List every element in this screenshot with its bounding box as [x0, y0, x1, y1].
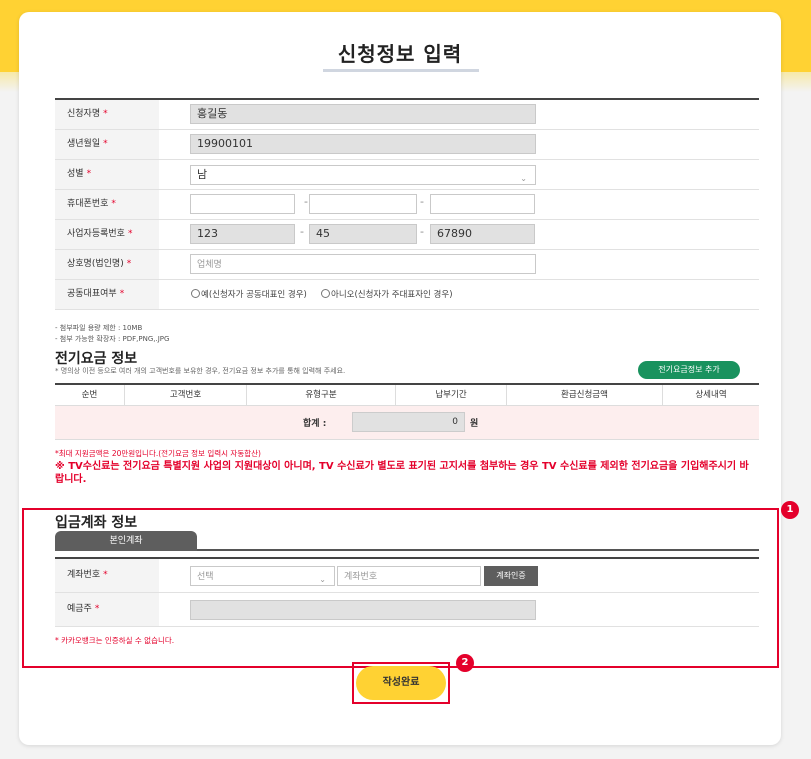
kakaobank-notice: * 카카오뱅크는 인증하실 수 없습니다.	[55, 636, 175, 645]
row-account-holder: 예금주 *	[55, 593, 759, 627]
row-phone: 휴대폰번호 * - -	[55, 190, 759, 220]
gender-select[interactable]: 남 ⌄	[190, 165, 536, 185]
chevron-down-icon: ⌄	[520, 174, 527, 183]
business-number-part2[interactable]: 45	[309, 224, 417, 244]
business-number-label: 사업자등록번호 *	[55, 220, 159, 249]
verify-account-button[interactable]: 계좌인증	[484, 566, 538, 586]
birthdate-field[interactable]: 19900101	[190, 134, 536, 154]
phone-label: 휴대폰번호 *	[55, 190, 159, 219]
deposit-section-title: 입금계좌 정보	[55, 515, 138, 531]
row-co-representative: 공동대표여부 * 예(신청자가 공동대표인 경우) 아니오(신청자가 주대표자인 …	[55, 280, 759, 310]
co-representative-label: 공동대표여부 *	[55, 280, 159, 309]
radio-icon	[191, 289, 200, 298]
radio-icon	[321, 289, 330, 298]
electric-table: 순번 고객번호 유형구분 납부기간 환급신청금액 상세내역 합계 : 0 원	[55, 383, 759, 440]
gender-selected-value: 남	[197, 168, 208, 181]
total-unit: 원	[470, 419, 479, 429]
account-number-label: 계좌번호 *	[55, 559, 159, 592]
tab-own-account[interactable]: 본인계좌	[55, 531, 197, 551]
phone-separator: -	[304, 195, 308, 208]
column-header: 순번	[81, 390, 98, 400]
max-support-notice: *최대 지원금액은 20만원입니다.(전기요금 정보 입력시 자동합산)	[55, 449, 261, 458]
electric-section-title: 전기요금 정보	[55, 351, 138, 367]
tv-fee-notice: ※ TV수신료는 전기요금 특별지원 사업의 지원대상이 아니며, TV 수신료…	[55, 461, 749, 485]
attachment-types-note: - 첨부 가능한 확장자 : PDF,PNG,.JPG	[55, 335, 170, 343]
account-number-input[interactable]: 계좌번호	[337, 566, 481, 586]
company-name-label: 상호명(법인명) *	[55, 250, 159, 279]
co-representative-yes-radio[interactable]: 예(신청자가 공동대표인 경우)	[191, 288, 307, 300]
phone-part3-input[interactable]	[430, 194, 535, 214]
electric-total-row: 합계 : 0 원	[55, 406, 759, 440]
total-amount-field: 0	[352, 412, 465, 432]
attachment-size-note: - 첨부파일 용량 제한 : 10MB	[55, 324, 143, 332]
business-number-separator: -	[300, 225, 304, 238]
row-birthdate: 생년월일 * 19900101	[55, 130, 759, 160]
title-underline	[323, 69, 479, 72]
electric-table-header: 순번 고객번호 유형구분 납부기간 환급신청금액 상세내역	[55, 383, 759, 406]
column-header: 상세내역	[662, 385, 759, 406]
marker-1: 1	[781, 501, 799, 519]
application-form-card: 신청정보 입력 신청자명 * 홍길동 생년월일 * 19900101 성별 * 남 ⌄…	[19, 12, 799, 745]
birthdate-label: 생년월일 *	[55, 130, 159, 159]
account-holder-label: 예금주 *	[55, 593, 159, 626]
business-number-separator: -	[420, 225, 424, 238]
chevron-down-icon: ⌄	[319, 575, 326, 584]
bank-select[interactable]: 선택 ⌄	[190, 566, 335, 586]
submit-button[interactable]: 작성완료	[356, 666, 446, 700]
electric-section-description: * 명의상 이전 등으로 여러 개의 고객번호를 보유한 경우, 전기요금 정보…	[55, 367, 346, 375]
applicant-name-label: 신청자명 *	[55, 100, 159, 129]
phone-part1-input[interactable]	[190, 194, 295, 214]
company-name-input[interactable]: 업체명	[190, 254, 536, 274]
column-header: 환급신청금액	[506, 385, 662, 406]
column-header: 납부기간	[395, 385, 506, 406]
business-number-part3[interactable]: 67890	[430, 224, 535, 244]
gender-label: 성별 *	[55, 160, 159, 189]
row-account-number: 계좌번호 * 선택 ⌄ 계좌번호 계좌인증	[55, 559, 759, 593]
marker-2: 2	[456, 654, 474, 672]
deposit-form-table: 계좌번호 * 선택 ⌄ 계좌번호 계좌인증 예금주 *	[55, 557, 759, 627]
co-representative-no-radio[interactable]: 아니오(신청자가 주대표자인 경우)	[321, 288, 453, 300]
page-title: 신청정보 입력	[337, 42, 463, 66]
row-applicant-name: 신청자명 * 홍길동	[55, 100, 759, 130]
row-business-number: 사업자등록번호 * 123 - 45 - 67890	[55, 220, 759, 250]
column-header: 고객번호	[124, 385, 246, 406]
add-electric-info-button[interactable]: 전기요금정보 추가	[638, 361, 740, 379]
phone-part2-input[interactable]	[309, 194, 417, 214]
applicant-form-table: 신청자명 * 홍길동 생년월일 * 19900101 성별 * 남 ⌄ 휴대폰번호 * …	[55, 98, 759, 310]
row-company-name: 상호명(법인명) * 업체명	[55, 250, 759, 280]
deposit-tab-bar: 본인계좌	[55, 531, 759, 551]
column-header: 유형구분	[246, 385, 395, 406]
business-number-part1[interactable]: 123	[190, 224, 295, 244]
phone-separator: -	[420, 195, 424, 208]
total-label: 합계 :	[303, 419, 327, 429]
account-holder-field	[190, 600, 536, 620]
applicant-name-field[interactable]: 홍길동	[190, 104, 536, 124]
row-gender: 성별 * 남 ⌄	[55, 160, 759, 190]
